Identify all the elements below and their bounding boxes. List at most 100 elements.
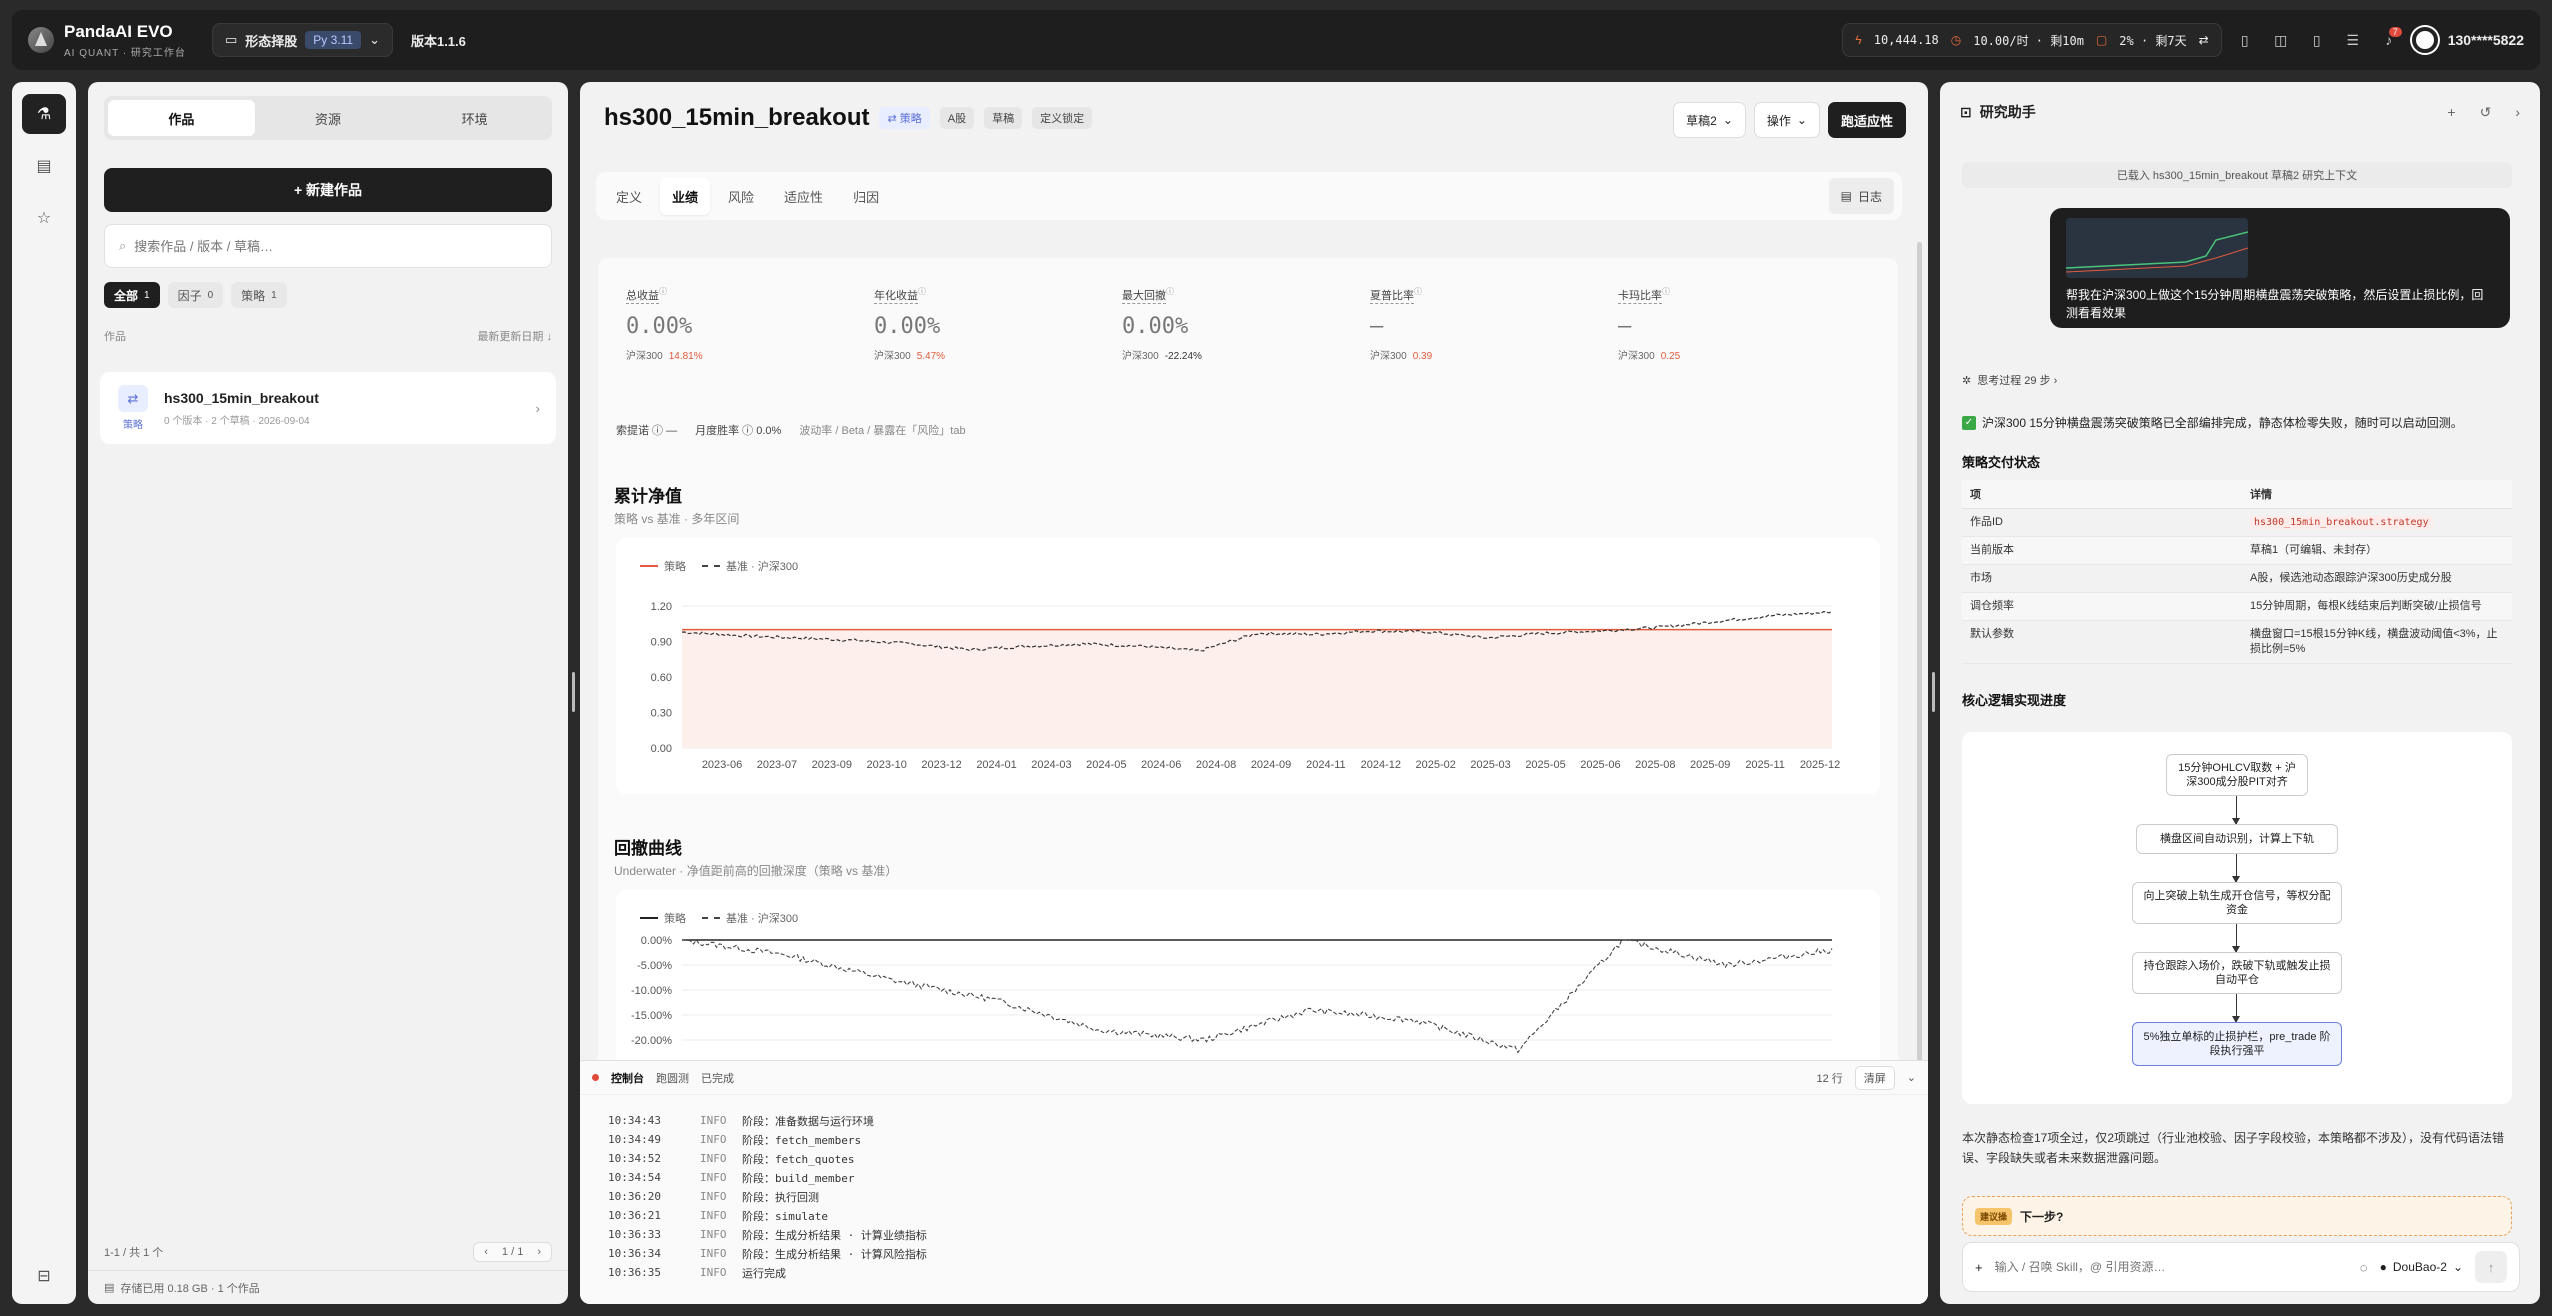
kpi-calmar: 卡玛比率ⓘ — 沪深300 0.25 (1618, 286, 1866, 362)
filter-all[interactable]: 全部 1 (104, 282, 160, 308)
list-header: 作品 最新更新日期 ↓ (104, 328, 552, 344)
bag-icon[interactable]: ⊟ (22, 1256, 66, 1296)
layout-split-icon[interactable]: ◫ (2268, 27, 2294, 53)
layout-right-icon[interactable]: ▯ (2304, 27, 2330, 53)
user-menu[interactable]: 130****5822 (2411, 27, 2524, 53)
log-button[interactable]: ▤ 日志 (1828, 178, 1894, 214)
storage-text: 存储已用 0.18 GB · 1 个作品 (120, 1282, 260, 1295)
tab-console[interactable]: 控制台 (611, 1070, 644, 1086)
log-line: 10:36:33 INFO 阶段：生成分析结果 · 计算业绩指标 (608, 1228, 927, 1242)
project-selector[interactable]: ▭ 形态择股 Py 3.11 ⌄ (211, 23, 393, 57)
filter-strategy[interactable]: 策略 1 (231, 282, 287, 308)
legend-strategy[interactable]: 策略 (640, 910, 686, 926)
x-tick-label: 2024-01 (976, 759, 1016, 771)
console-panel: 控制台 跑圆测 已完成 12 行 清屏 ⌄ 10:34:43 INFO 阶段：准备数… (580, 1060, 1928, 1304)
page-indicator: 1 / 1 (501, 1246, 524, 1258)
kpi-label[interactable]: 卡玛比率 (1618, 287, 1662, 305)
work-type: 策略 (123, 420, 143, 431)
tag-locked: 定义锁定 (1032, 107, 1093, 129)
send-button[interactable]: ↑ (2475, 1251, 2507, 1283)
tab-adaptivity[interactable]: 适应性 (772, 178, 835, 215)
chart-thumbnail[interactable] (2066, 218, 2248, 278)
storage-icon: ▢ (2095, 33, 2108, 47)
kpi-benchmark-value: 0.39 (1412, 351, 1433, 363)
legend-benchmark[interactable]: 基准 · 沪深300 (702, 910, 798, 926)
x-tick-label: 2024-08 (1196, 759, 1236, 771)
sort-button[interactable]: 最新更新日期 ↓ (477, 328, 552, 344)
thinking-toggle[interactable]: ✲ 思考过程 29 步 › (1962, 372, 2057, 388)
delivery-table: 项详情 作品ID hs300_15min_breakout.strategy 当前版… (1962, 480, 2512, 664)
star-icon[interactable]: ☆ (22, 198, 66, 238)
model-selector[interactable]: ● DouBao-2 ⌄ (2380, 1260, 2463, 1274)
kpi-label[interactable]: 总收益 (626, 287, 659, 305)
chevron-down-icon[interactable]: ⌄ (1907, 1071, 1916, 1084)
run-adaptivity-button[interactable]: 跑适应性 (1827, 102, 1906, 138)
plus-icon[interactable]: + (2447, 104, 2455, 121)
kpi-label[interactable]: 最大回撤 (1122, 287, 1166, 305)
next-page-icon[interactable]: › (537, 1246, 541, 1258)
app-logo[interactable]: PandaAI EVO AI QUANT · 研究工作台 (28, 22, 186, 59)
strategy-icon: ⇄ (118, 385, 148, 412)
nav-chart: 策略 基准 · 沪深300 1.20 0.90 0.60 0.30 0.00 2023-0… (616, 538, 1880, 794)
tab-performance[interactable]: 业绩 (660, 177, 711, 215)
tab-definition[interactable]: 定义 (604, 178, 654, 215)
legend-benchmark[interactable]: 基准 · 沪深300 (702, 558, 798, 574)
x-tick-label: 2023-09 (812, 759, 852, 771)
main-scrollbar[interactable] (1917, 242, 1922, 1072)
draft-selector[interactable]: 草稿2 ⌄ (1673, 102, 1746, 138)
next-step-card[interactable]: 建议操 下一步? (1962, 1196, 2512, 1236)
result-tabs: 定义 业绩 风险 适应性 归因 ▤ 日志 (596, 172, 1902, 220)
book-icon[interactable]: ▤ (22, 146, 66, 186)
sidebar-resize-handle[interactable] (572, 672, 575, 712)
tab-risk[interactable]: 风险 (716, 178, 766, 215)
top-bar: PandaAI EVO AI QUANT · 研究工作台 ▭ 形态择股 Py 3… (12, 10, 2540, 70)
kpi-value: — (1370, 314, 1384, 340)
quota-value: 2% · 剩7天 (2119, 33, 2187, 48)
log-line: 10:34:43 INFO 阶段：准备数据与运行环境 (608, 1114, 874, 1128)
legend-strategy[interactable]: 策略 (640, 558, 686, 574)
chevron-right-icon[interactable]: › (2515, 104, 2520, 121)
kpi-label[interactable]: 年化收益 (874, 287, 918, 305)
history-icon[interactable]: ↺ (2480, 104, 2492, 121)
list-header-label: 作品 (104, 331, 126, 343)
layout-left-icon[interactable]: ▯ (2232, 27, 2258, 53)
logic-flowchart: 15分钟OHLCV取数 + 沪深300成分股PIT对齐 横盘区间自动识别，计算上… (1962, 732, 2512, 1104)
search-input[interactable] (134, 238, 515, 254)
work-title: hs300_15min_breakout (164, 389, 319, 406)
performance-panel: 总收益ⓘ 0.00% 沪深300 14.81% 年化收益ⓘ 0.00% 沪深300… (598, 258, 1898, 1068)
tab-backtest[interactable]: 跑圆测 (656, 1070, 689, 1086)
bell-icon[interactable]: ♪ 7 (2376, 27, 2402, 53)
brain-icon: ✲ (1962, 374, 1972, 387)
tab-attribution[interactable]: 归因 (841, 178, 891, 215)
flow-node: 横盘区间自动识别，计算上下轨 (2136, 824, 2338, 854)
x-tick-label: 2024-06 (1141, 759, 1181, 771)
tag-draft: 草稿 (984, 107, 1023, 129)
list-item[interactable]: ⇄ 策略 hs300_15min_breakout 0 个版本 · 2 个草稿 … (100, 372, 556, 444)
menu-icon[interactable]: ☰ (2340, 27, 2366, 53)
tab-completed[interactable]: 已完成 (701, 1070, 734, 1086)
nav-chart-subtitle: 策略 vs 基准 · 多年区间 (614, 512, 740, 526)
panda-logo-icon (28, 27, 54, 53)
kpi-label[interactable]: 夏普比率 (1370, 287, 1414, 305)
log-line: 10:36:35 INFO 运行完成 (608, 1266, 786, 1280)
new-work-button[interactable]: + 新建作品 (104, 168, 552, 212)
prev-page-icon[interactable]: ‹ (484, 1246, 488, 1258)
flow-node-highlighted: 5%独立单标的止损护栏，pre_trade 阶段执行强平 (2132, 1022, 2342, 1066)
risk-tab-note: 波动率 / Beta / 暴露在「风险」tab (799, 425, 966, 437)
flask-icon[interactable]: ⚗ (22, 94, 66, 134)
usage-stats[interactable]: ϟ 10,444.18 ◷ 10.00/时 · 剩10m ▢ 2% · 剩7天 … (1842, 23, 2222, 57)
tab-resources[interactable]: 资源 (255, 100, 402, 136)
tab-works[interactable]: 作品 (108, 100, 255, 136)
kpi-max-drawdown: 最大回撤ⓘ 0.00% 沪深300 -22.24% (1122, 286, 1370, 362)
message-input[interactable] (1994, 1260, 2348, 1274)
status-dot (592, 1074, 599, 1081)
tab-environment[interactable]: 环境 (401, 100, 548, 136)
clear-button[interactable]: 清屏 (1854, 1065, 1895, 1090)
chart-legend: 策略 基准 · 沪深300 (640, 558, 798, 574)
plus-icon[interactable]: + (1975, 1260, 1983, 1275)
x-tick-label: 2023-10 (867, 759, 907, 771)
operations-menu[interactable]: 操作 ⌄ (1753, 102, 1820, 138)
assistant-resize-handle[interactable] (1932, 672, 1935, 712)
header-actions: 草稿2 ⌄ 操作 ⌄ 跑适应性 (1673, 102, 1906, 138)
filter-factor[interactable]: 因子 0 (167, 282, 224, 308)
